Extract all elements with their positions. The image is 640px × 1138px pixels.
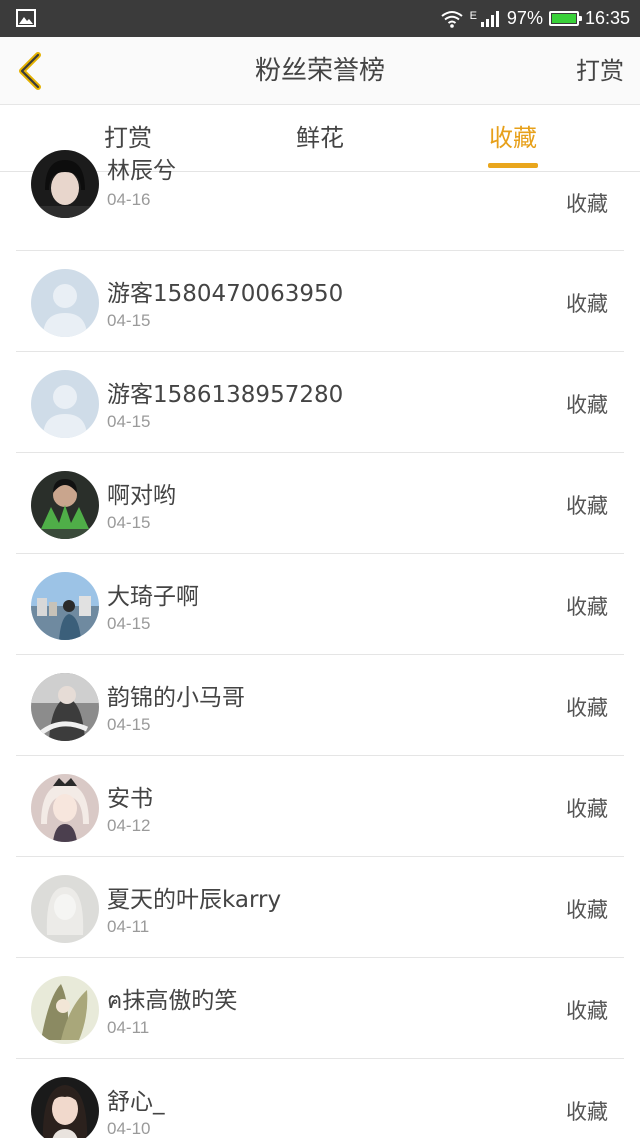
user-name: ฅ抹高傲旳笑 [107,988,238,1014]
clock: 16:35 [584,8,630,28]
page-title: 粉丝荣誉榜 [254,56,385,86]
user-name: 夏天的叶辰karry [107,887,282,913]
date: 04-12 [107,816,151,835]
favorite-label: 收藏 [566,999,608,1023]
date: 04-15 [107,614,151,633]
default-user-avatar [31,875,99,943]
date: 04-11 [107,917,150,936]
date: 04-15 [107,412,151,431]
favorite-label: 收藏 [566,292,608,316]
user-name: 游客1586138957280 [107,382,344,408]
user-name: 韵锦的小马哥 [107,685,245,711]
list-item[interactable]: 舒心_ 04-10 收藏 [0,1059,640,1138]
default-user-avatar [31,370,99,438]
favorite-label: 收藏 [566,494,608,518]
tip-button[interactable]: 打赏 [576,37,624,105]
date: 04-16 [107,190,151,209]
battery-percent: 97% [506,8,543,28]
list-item[interactable]: 韵锦的小马哥 04-15 收藏 [0,655,640,756]
list-item[interactable]: 林辰兮 04-16 收藏 [0,150,640,251]
favorite-label: 收藏 [566,393,608,417]
list-item[interactable]: 游客1580470063950 04-15 收藏 [0,251,640,352]
user-name: 啊对哟 [107,483,176,509]
list-item[interactable]: ฅ抹高傲旳笑 04-11 收藏 [0,958,640,1059]
user-name: 林辰兮 [107,158,176,184]
user-avatar [31,774,99,842]
favorite-label: 收藏 [566,192,608,216]
list-item[interactable]: 大琦子啊 04-15 收藏 [0,554,640,655]
user-name: 安书 [107,786,153,812]
image-icon [16,9,36,27]
favorite-label: 收藏 [566,696,608,720]
user-avatar [31,976,99,1044]
favorite-label: 收藏 [566,898,608,922]
favorite-label: 收藏 [566,1100,608,1124]
list-item[interactable]: 游客1586138957280 04-15 收藏 [0,352,640,453]
date: 04-10 [107,1119,151,1138]
user-avatar [31,1077,99,1138]
date: 04-11 [107,1018,150,1037]
favorite-label: 收藏 [566,797,608,821]
battery-icon [548,11,582,26]
user-name: 大琦子啊 [107,584,199,610]
signal-icon [480,10,499,27]
user-name: 舒心_ [107,1089,165,1115]
favorite-label: 收藏 [566,595,608,619]
user-avatar [31,471,99,539]
fan-list: 林辰兮 04-16 收藏 游客1580470063950 04-15 收藏 游客… [0,150,640,1138]
date: 04-15 [107,513,151,532]
app-header: 粉丝荣誉榜 打赏 [0,37,640,105]
list-item[interactable]: 安书 04-12 收藏 [0,756,640,857]
list-item[interactable]: 啊对哟 04-15 收藏 [0,453,640,554]
user-avatar [31,572,99,640]
list-item[interactable]: 夏天的叶辰karry 04-11 收藏 [0,857,640,958]
date: 04-15 [107,311,151,330]
network-type: E [469,9,477,22]
date: 04-15 [107,715,151,734]
user-name: 游客1580470063950 [107,281,344,307]
status-bar: E 97% 16:35 [0,0,640,37]
user-avatar [31,150,99,218]
wifi-icon [440,10,463,28]
user-avatar [31,673,99,741]
default-user-avatar [31,269,99,337]
